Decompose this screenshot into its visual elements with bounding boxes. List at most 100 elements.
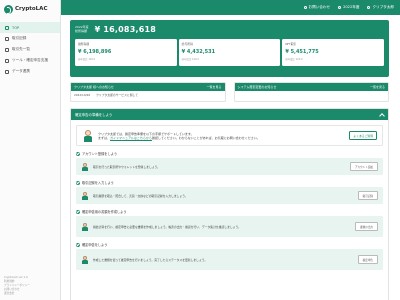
person-icon — [81, 222, 89, 231]
person-icon — [81, 162, 89, 171]
card-note: 前年度比 120.0 — [285, 58, 303, 61]
sidebar-item-label: データ連携 — [12, 69, 30, 73]
summary-card: 雑所得額 ¥ 6,198,896 前年度比 120.0 — [75, 39, 177, 66]
user-icon — [367, 6, 371, 9]
notice-header: システム障害変更のお知らせ 一覧を見る — [234, 83, 388, 91]
notice-view-all-link[interactable]: 一覧を見る — [206, 85, 221, 89]
chevron-up-icon[interactable] — [379, 112, 385, 119]
person-icon — [81, 255, 89, 264]
faq-button[interactable]: よくあるご質問 — [349, 131, 377, 140]
total-income-value: ¥ 16,083,618 — [94, 25, 157, 34]
fiscal-year-selector[interactable]: 2022年度 — [338, 5, 359, 10]
tax-prep-panel: 確定申告の準備をしよう クリプタ太郎では、確定申告準備を以下の手順でサポートして… — [70, 108, 389, 300]
summary-label: 総所得額 — [75, 29, 88, 33]
step-box: 損益計算を行い、確定申告に必要な書類を作成しましょう。帳票の出力・確認を行い、デ… — [76, 216, 383, 237]
summary-header: 2022年度 総所得額 ¥ 16,083,618 — [75, 25, 384, 34]
notice-boxes: クリプタ太郎 様へのお知らせ 一覧を見る 2022/10/26 クリプタ太郎のサ… — [70, 82, 389, 102]
card-note: 前年度比 120.0 — [78, 58, 96, 61]
step-box: 取引を行った取引所やウォレットを登録しましょう。 アカウント追加 — [76, 158, 383, 175]
sidebar-item-label: TOP — [12, 25, 20, 30]
sidebar-item-transactions[interactable]: 取引記録 — [0, 33, 60, 44]
app-logo[interactable]: CryptoLAC — [0, 0, 60, 18]
add-account-button[interactable]: アカウント追加 — [349, 162, 378, 171]
step-documents: 確定申告用の書類を作成しよう 損益計算を行い、確定申告に必要な書類を作成しましょ… — [76, 209, 383, 237]
check-icon — [76, 242, 80, 247]
step-title: アカウント登録をしよう — [82, 152, 118, 156]
notice-row[interactable]: 2022/10/26 クリプタ太郎のサービスに関して — [71, 91, 225, 99]
sidebar-item-label: 取引先一覧 — [12, 47, 30, 51]
main-content: 2022年度 総所得額 ¥ 16,083,618 雑所得額 ¥ 6,198,89… — [61, 15, 400, 300]
users-icon — [5, 47, 9, 52]
check-icon — [76, 151, 80, 156]
mascot-icon — [82, 129, 94, 142]
sidebar-item-counterparties[interactable]: 取引先一覧 — [0, 44, 60, 55]
step-box: 作成した書類を使って確定申告を行いましょう。完了したらステータスを更新しましょう… — [76, 249, 383, 270]
step-title: 取引記録を入力しよう — [82, 181, 114, 185]
step-title-row: 確定申告用の書類を作成しよう — [76, 209, 383, 214]
summary-cards: 雑所得額 ¥ 6,198,896 前年度比 120.0 給与所得 ¥ 4,432… — [75, 39, 385, 66]
card-note: 前年度比 120.0 — [181, 58, 199, 61]
check-icon — [76, 180, 80, 185]
mail-icon — [303, 6, 307, 9]
intro-text: クリプタ太郎では、確定申告準備を以下の手順でサポートしています。 まずは、ガイド… — [98, 132, 345, 140]
sidebar-item-top[interactable]: TOP — [0, 22, 60, 33]
step-transactions: 取引記録を入力しよう 取引履歴を取込・照合して、売買・交換などの取引記録を入力し… — [76, 180, 383, 204]
card-value: ¥ 4,432,531 — [181, 49, 216, 55]
user-notice-box: クリプタ太郎 様へのお知らせ 一覧を見る 2022/10/26 クリプタ太郎のサ… — [70, 82, 226, 102]
income-summary: 2022年度 総所得額 ¥ 16,083,618 雑所得額 ¥ 6,198,89… — [70, 20, 389, 77]
sidebar-item-label: ツール・確定申告支援 — [12, 58, 48, 62]
footer-company-link[interactable]: 運営会社 — [4, 292, 30, 296]
logo-icon — [4, 4, 13, 14]
user-name: クリプタ太郎 — [372, 5, 394, 9]
link-icon — [5, 69, 9, 74]
panel-title: 確定申告の準備をしよう — [75, 113, 113, 117]
card-label: NFT取引 — [285, 42, 297, 46]
sidebar-footer: CryptoLAC ver 1.0 利用規約 プライバシーポリシー お問い合わせ… — [4, 276, 30, 296]
sidebar-item-label: 取引記録 — [12, 36, 27, 40]
step-box: 取引履歴を取込・照合して、売買・交換などの取引記録を入力しましょう。 取引記録 — [76, 187, 383, 204]
contact-label: お問い合わせ — [308, 5, 331, 9]
notice-header: クリプタ太郎 様へのお知らせ 一覧を見る — [71, 83, 225, 91]
summary-card: NFT取引 ¥ 5,451,775 前年度比 120.0 — [282, 39, 385, 66]
logo-text: CryptoLAC — [15, 6, 48, 12]
step-account: アカウント登録をしよう 取引を行った取引所やウォレットを登録しましょう。 アカウ… — [76, 151, 383, 175]
sidebar: CryptoLAC TOP 取引記録 取引先一覧 ツール・確定申告支援 データ連… — [0, 0, 61, 300]
guide-manual-link[interactable]: ガイドマニュアルはこちらから — [110, 136, 152, 140]
person-icon — [81, 191, 89, 200]
step-text: 損益計算を行い、確定申告に必要な書類を作成しましょう。帳票の出力・確認を行い、デ… — [93, 224, 241, 229]
notice-title: システム障害変更のお知らせ — [237, 85, 277, 89]
card-label: 給与所得 — [181, 42, 193, 46]
intro-line-2: まずは、ガイドマニュアルはこちらから確認してください。わからないことがあれば、お… — [98, 136, 345, 140]
step-text: 取引を行った取引所やウォレットを登録しましょう。 — [93, 164, 160, 169]
summary-label-group: 2022年度 総所得額 — [75, 25, 89, 33]
sidebar-nav: TOP 取引記録 取引先一覧 ツール・確定申告支援 データ連携 — [0, 22, 60, 77]
step-text: 取引履歴を取込・照合して、売買・交換などの取引記録を入力しましょう。 — [93, 193, 188, 198]
sidebar-item-tools[interactable]: ツール・確定申告支援 — [0, 55, 60, 66]
summary-card: 給与所得 ¥ 4,432,531 前年度比 120.0 — [178, 39, 281, 66]
step-title: 確定申告用の書類を作成しよう — [82, 210, 127, 214]
top-bar: お問い合わせ 2022年度 クリプタ太郎 — [61, 0, 400, 15]
intro-suffix: 確認してください。わからないことがあれば、お気軽にお問い合わせください。 — [151, 135, 260, 140]
card-value: ¥ 6,198,896 — [78, 49, 112, 55]
step-title-row: アカウント登録をしよう — [76, 151, 383, 156]
home-icon — [5, 25, 9, 30]
step-text: 作成した書類を使って確定申告を行いましょう。完了したらステータスを更新しましょう… — [93, 257, 208, 262]
notice-title: クリプタ太郎 様へのお知らせ — [74, 85, 114, 89]
step-title-row: 確定申告をしよう — [76, 242, 383, 247]
notice-date: 2022/10/26 — [74, 93, 91, 97]
step-title-row: 取引記録を入力しよう — [76, 180, 383, 185]
notice-view-all-link[interactable]: 一覧を見る — [370, 85, 385, 89]
sidebar-item-data-link[interactable]: データ連携 — [0, 66, 60, 77]
fiscal-year-label: 2022年度 — [343, 5, 360, 9]
intro-box: クリプタ太郎では、確定申告準備を以下の手順でサポートしています。 まずは、ガイド… — [76, 125, 383, 146]
contact-link[interactable]: お問い合わせ — [303, 5, 331, 10]
panel-header[interactable]: 確定申告の準備をしよう — [71, 109, 388, 120]
transactions-button[interactable]: 取引記録 — [357, 191, 378, 200]
list-icon — [5, 36, 9, 41]
tax-filing-button[interactable]: 確定申告 — [357, 255, 378, 264]
card-value: ¥ 5,451,775 — [285, 49, 319, 55]
export-documents-button[interactable]: 書類の出力 — [355, 222, 378, 231]
calendar-icon — [338, 6, 342, 9]
user-menu[interactable]: クリプタ太郎 — [367, 5, 394, 10]
tool-icon — [5, 58, 9, 63]
